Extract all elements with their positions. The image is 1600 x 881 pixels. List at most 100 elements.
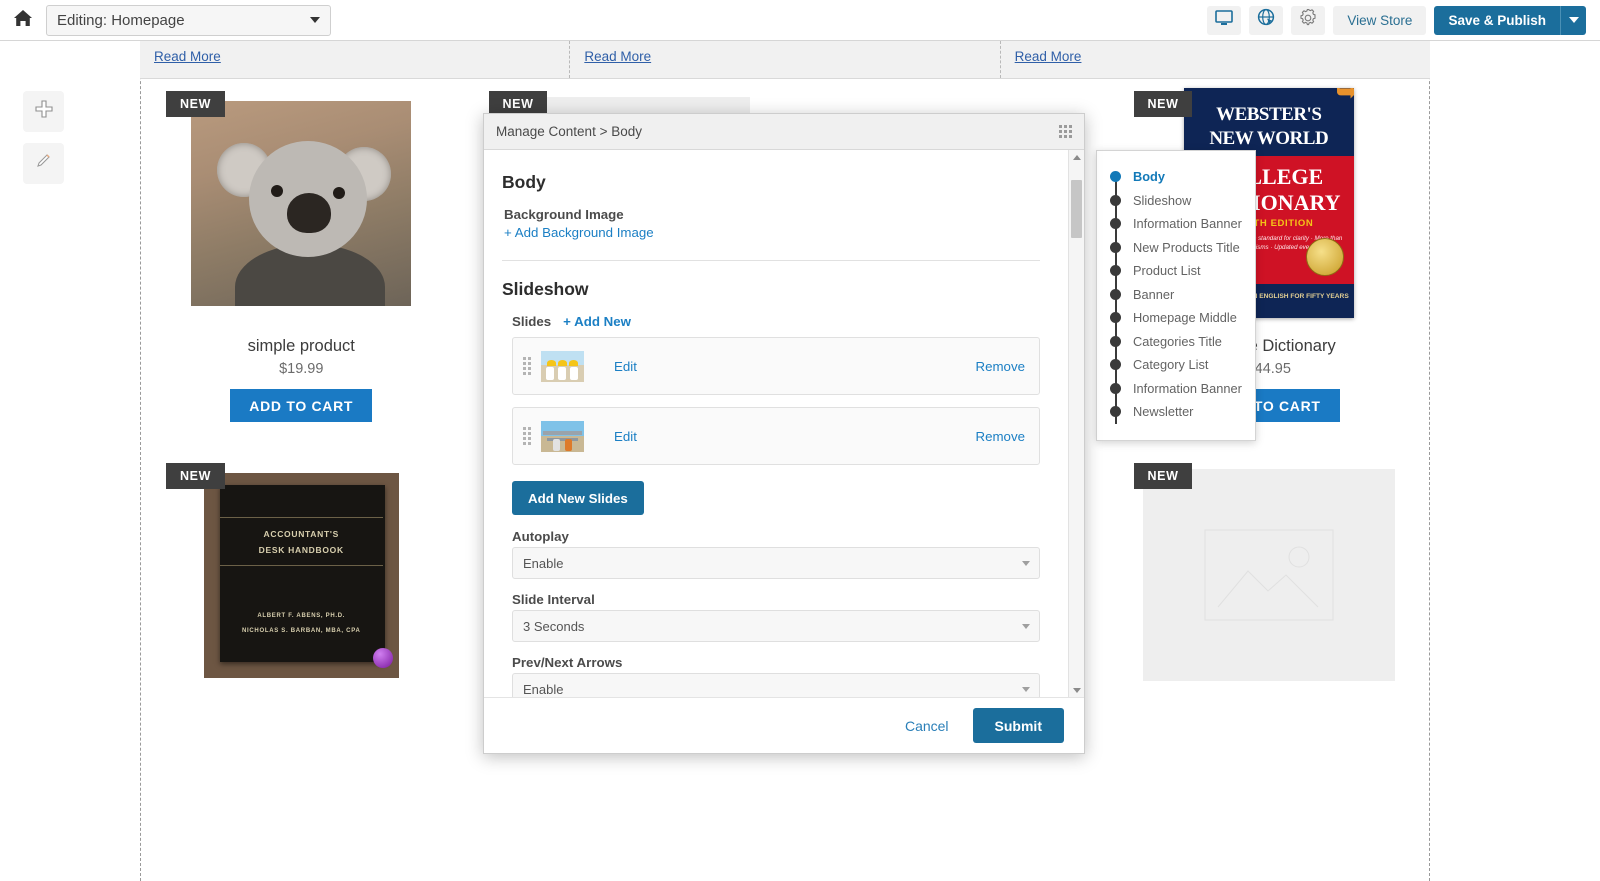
product-image[interactable]: NEW bbox=[154, 91, 449, 309]
handbook-author1: ALBERT F. ABENS, PH.D. bbox=[257, 612, 346, 619]
slide-list-item[interactable]: Edit Remove bbox=[512, 407, 1040, 465]
section-nav-item-newsletter[interactable]: Newsletter bbox=[1097, 400, 1255, 424]
modal-scrollbar[interactable] bbox=[1068, 150, 1084, 697]
edit-section-button[interactable] bbox=[23, 143, 64, 184]
slide-drag-handle-icon[interactable] bbox=[523, 357, 531, 375]
chevron-down-icon bbox=[1022, 686, 1030, 692]
prev-next-arrows-field: Prev/Next Arrows Enable bbox=[512, 655, 1040, 697]
add-background-image-link[interactable]: + Add Background Image bbox=[504, 225, 1040, 240]
status-badge: NEW bbox=[1133, 463, 1193, 489]
nav-dot-icon bbox=[1110, 265, 1121, 277]
section-nav-item-information-banner[interactable]: Information Banner bbox=[1097, 212, 1255, 236]
slide-interval-field: Slide Interval 3 Seconds bbox=[512, 592, 1040, 642]
status-badge: NEW bbox=[166, 463, 225, 489]
product-card[interactable]: NEW simple product $19.99 ADD TO CART bbox=[140, 79, 463, 451]
chevron-down-icon bbox=[310, 17, 320, 23]
home-button[interactable] bbox=[0, 0, 46, 41]
add-new-slide-link[interactable]: + Add New bbox=[563, 314, 631, 329]
section-nav-item-information-banner-2[interactable]: Information Banner bbox=[1097, 377, 1255, 401]
desktop-preview-button[interactable] bbox=[1207, 5, 1242, 35]
section-nav-item-body[interactable]: Body bbox=[1097, 165, 1255, 189]
editor-tool-rail bbox=[0, 41, 86, 881]
home-icon bbox=[13, 9, 33, 32]
page-selector[interactable]: Editing: Homepage bbox=[46, 4, 331, 36]
drag-handle-icon[interactable] bbox=[1059, 125, 1072, 138]
slide-drag-handle-icon[interactable] bbox=[523, 427, 531, 445]
section-nav-item-new-products-title[interactable]: New Products Title bbox=[1097, 236, 1255, 260]
browse-site-button[interactable] bbox=[1249, 5, 1284, 35]
submit-button[interactable]: Submit bbox=[972, 708, 1064, 743]
divider bbox=[502, 260, 1040, 261]
save-publish-dropdown-button[interactable] bbox=[1560, 5, 1586, 35]
product-image[interactable]: NEW bbox=[1122, 463, 1417, 681]
slide-remove-link[interactable]: Remove bbox=[975, 429, 1025, 444]
scrollbar-thumb[interactable] bbox=[1071, 180, 1082, 238]
editor-topbar: Editing: Homepage View Store Save & Publ… bbox=[0, 0, 1600, 41]
status-badge: NEW bbox=[1133, 91, 1193, 117]
slide-list-item[interactable]: Edit Remove bbox=[512, 337, 1040, 395]
section-nav-item-product-list[interactable]: Product List bbox=[1097, 259, 1255, 283]
background-image-label: Background Image bbox=[504, 207, 624, 222]
nav-label: Information Banner bbox=[1133, 380, 1242, 396]
slide-edit-link[interactable]: Edit bbox=[614, 359, 637, 374]
nav-label: Product List bbox=[1133, 263, 1201, 279]
slide-remove-link[interactable]: Remove bbox=[975, 359, 1025, 374]
nav-dot-icon bbox=[1110, 241, 1121, 253]
section-nav-item-category-list[interactable]: Category List bbox=[1097, 353, 1255, 377]
look-inside-label: Click to LOOK INSIDE! bbox=[1186, 88, 1354, 90]
nav-label: Information Banner bbox=[1133, 216, 1242, 232]
save-publish-button[interactable]: Save & Publish bbox=[1434, 5, 1560, 35]
add-to-cart-button[interactable]: ADD TO CART bbox=[230, 389, 373, 422]
chevron-down-icon bbox=[1568, 17, 1579, 23]
image-placeholder bbox=[1142, 469, 1395, 681]
handbook-author2: NICHOLAS S. BARBAN, MBA, CPA bbox=[242, 627, 361, 634]
settings-button[interactable] bbox=[1291, 5, 1326, 35]
autoplay-select[interactable]: Enable bbox=[512, 547, 1040, 579]
autoplay-field: Autoplay Enable bbox=[512, 529, 1040, 579]
banner-cell: Read More bbox=[570, 41, 1001, 78]
banner-cell: Read More bbox=[1001, 41, 1430, 78]
scroll-up-arrow-icon[interactable] bbox=[1069, 150, 1084, 164]
save-publish-group: Save & Publish bbox=[1434, 5, 1586, 35]
image-placeholder-icon bbox=[1204, 529, 1334, 621]
pencil-icon bbox=[35, 152, 53, 175]
scrollbar-track[interactable] bbox=[1069, 164, 1084, 683]
prev-next-arrows-select[interactable]: Enable bbox=[512, 673, 1040, 697]
slide-interval-select[interactable]: 3 Seconds bbox=[512, 610, 1040, 642]
read-more-link[interactable]: Read More bbox=[154, 49, 221, 64]
read-more-link[interactable]: Read More bbox=[584, 49, 651, 64]
nav-label: Categories Title bbox=[1133, 333, 1222, 349]
page-builder-root: Read More Read More Read More NEW simple… bbox=[0, 0, 1600, 881]
nav-label: Homepage Middle bbox=[1133, 310, 1237, 326]
cancel-button[interactable]: Cancel bbox=[895, 712, 959, 740]
gear-icon bbox=[1299, 8, 1317, 32]
section-navigator: Body Slideshow Information Banner New Pr… bbox=[1096, 150, 1256, 441]
slide-edit-link[interactable]: Edit bbox=[614, 429, 637, 444]
background-image-field: Background Image + Add Background Image bbox=[502, 207, 1040, 240]
view-store-button[interactable]: View Store bbox=[1333, 5, 1427, 35]
manage-content-modal: Manage Content > Body Body Background Im… bbox=[483, 113, 1085, 754]
section-nav-item-slideshow[interactable]: Slideshow bbox=[1097, 189, 1255, 213]
product-card[interactable]: NEW ACCOUNTANT'S DESK HANDBOOK ALBERT F.… bbox=[140, 451, 463, 823]
product-name[interactable]: simple product bbox=[154, 337, 449, 356]
add-section-button[interactable] bbox=[23, 91, 64, 132]
slide-interval-value: 3 Seconds bbox=[523, 618, 585, 634]
modal-header[interactable]: Manage Content > Body bbox=[484, 114, 1084, 150]
handbook-line1: ACCOUNTANT'S bbox=[263, 528, 339, 539]
nav-dot-icon bbox=[1110, 335, 1121, 347]
scroll-down-arrow-icon[interactable] bbox=[1069, 683, 1084, 697]
nav-label: Banner bbox=[1133, 286, 1175, 302]
plus-icon bbox=[34, 100, 53, 123]
status-badge: NEW bbox=[166, 91, 225, 117]
nav-label: New Products Title bbox=[1133, 239, 1240, 255]
section-nav-item-homepage-middle[interactable]: Homepage Middle bbox=[1097, 306, 1255, 330]
product-card[interactable]: NEW bbox=[1108, 451, 1431, 823]
section-nav-item-banner[interactable]: Banner bbox=[1097, 283, 1255, 307]
read-more-link[interactable]: Read More bbox=[1015, 49, 1082, 64]
product-image[interactable]: NEW ACCOUNTANT'S DESK HANDBOOK ALBERT F.… bbox=[154, 463, 449, 681]
breadcrumb: Manage Content > Body bbox=[496, 124, 642, 139]
nav-label: Body bbox=[1133, 169, 1165, 185]
add-new-slides-button[interactable]: Add New Slides bbox=[512, 481, 644, 515]
slide-thumbnail bbox=[541, 350, 584, 382]
section-nav-item-categories-title[interactable]: Categories Title bbox=[1097, 330, 1255, 354]
